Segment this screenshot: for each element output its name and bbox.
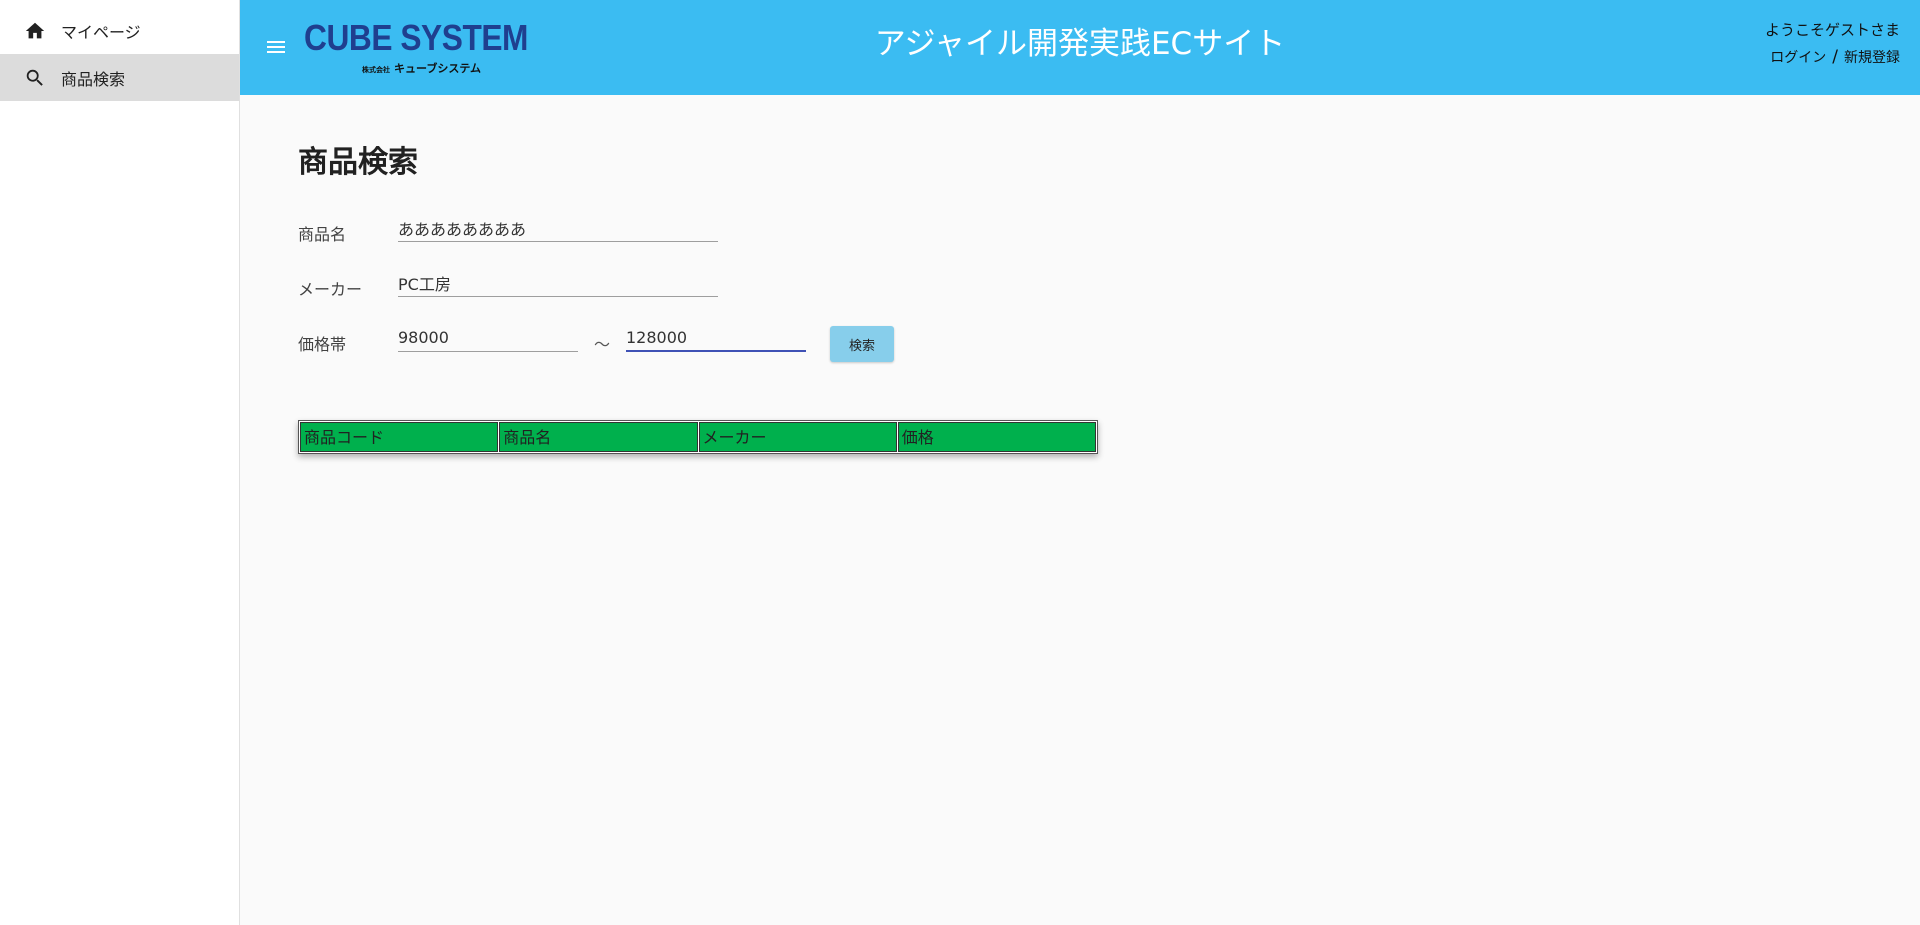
product-name-input[interactable] xyxy=(398,214,718,242)
product-name-label: 商品名 xyxy=(298,225,347,244)
sidebar-item-label: 商品検索 xyxy=(61,69,126,89)
site-title: アジャイル開発実践ECサイト xyxy=(874,26,1286,62)
results-table: 商品コード 商品名 メーカー 価格 xyxy=(298,420,1098,454)
register-link[interactable]: 新規登録 xyxy=(1844,50,1900,66)
search-icon xyxy=(24,67,46,89)
column-header-price[interactable]: 価格 xyxy=(897,422,1096,452)
search-button[interactable]: 検索 xyxy=(830,326,894,362)
auth-links: ログイン / 新規登録 xyxy=(1765,48,1900,67)
app-header: CUBE SYSTEM 株式会社 キューブシステム アジャイル開発実践ECサイト … xyxy=(240,0,1920,95)
home-icon xyxy=(24,20,46,42)
price-min-input[interactable] xyxy=(398,324,578,352)
auth-separator: / xyxy=(1832,47,1838,67)
price-range-separator: ～ xyxy=(594,335,611,354)
page-title: 商品検索 xyxy=(298,145,418,180)
app: マイページ 商品検索 CUBE SYSTEM 株式会社 キューブシステム アジャイ… xyxy=(0,0,1920,925)
sidebar-item-mypage[interactable]: マイページ xyxy=(0,7,239,54)
user-area: ようこそゲストさま ログイン / 新規登録 xyxy=(1765,20,1900,67)
maker-label: メーカー xyxy=(298,280,363,299)
column-header-product-code[interactable]: 商品コード xyxy=(300,422,499,452)
sidebar: マイページ 商品検索 xyxy=(0,0,240,925)
column-header-maker[interactable]: メーカー xyxy=(698,422,897,452)
price-range-label: 価格帯 xyxy=(298,335,347,354)
login-link[interactable]: ログイン xyxy=(1770,50,1826,66)
maker-input[interactable] xyxy=(398,269,718,297)
sidebar-item-product-search[interactable]: 商品検索 xyxy=(0,54,239,101)
price-max-input[interactable] xyxy=(626,324,806,352)
welcome-text: ようこそゲストさま xyxy=(1764,21,1900,39)
column-header-product-name[interactable]: 商品名 xyxy=(499,422,698,452)
sidebar-item-label: マイページ xyxy=(61,22,141,42)
